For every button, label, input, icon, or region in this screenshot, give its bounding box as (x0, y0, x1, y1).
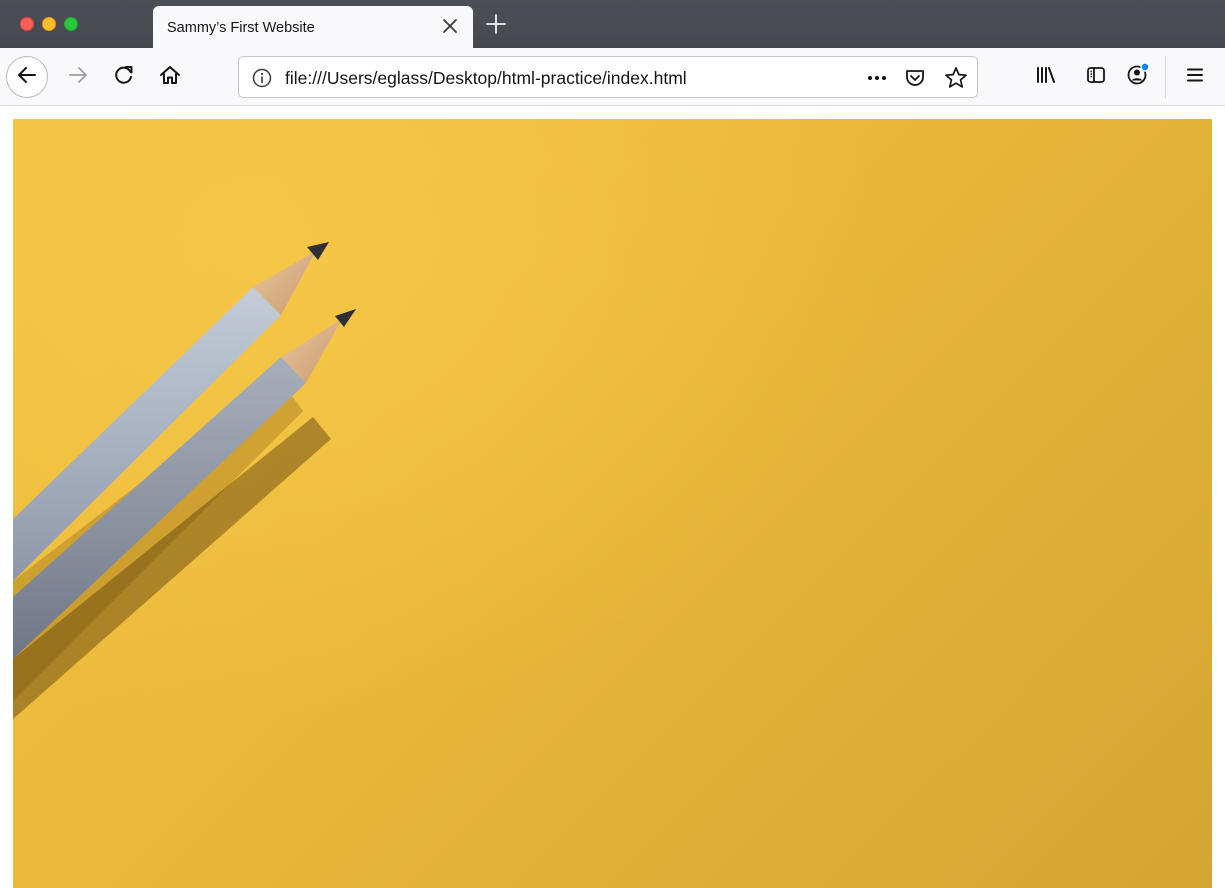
tab-active[interactable]: Sammy’s First Website (153, 6, 473, 48)
tab-strip: Sammy’s First Website (0, 0, 1225, 48)
window-minimize-button[interactable] (42, 17, 56, 31)
back-button[interactable] (6, 56, 48, 98)
toolbar-divider (1165, 56, 1166, 98)
pocket-icon[interactable] (903, 66, 927, 90)
reload-icon (112, 63, 136, 92)
window-close-button[interactable] (20, 17, 34, 31)
home-icon (158, 63, 182, 92)
hero-image (13, 119, 1212, 888)
account-button[interactable] (1122, 60, 1154, 92)
home-button[interactable] (154, 61, 186, 93)
ellipsis-icon[interactable] (865, 67, 889, 89)
window-zoom-button[interactable] (64, 17, 78, 31)
sidebar-button[interactable] (1080, 61, 1112, 93)
arrow-right-icon (66, 63, 90, 92)
navigation-toolbar: file:///Users/eglass/Desktop/html-practi… (0, 48, 1225, 106)
hamburger-menu-icon (1183, 63, 1207, 92)
url-text[interactable]: file:///Users/eglass/Desktop/html-practi… (285, 68, 687, 89)
account-icon (1124, 60, 1152, 93)
forward-button[interactable] (62, 61, 94, 93)
tab-title: Sammy’s First Website (167, 20, 315, 36)
library-button[interactable] (1030, 61, 1062, 93)
url-bar[interactable]: file:///Users/eglass/Desktop/html-practi… (238, 56, 978, 98)
sidebar-icon (1084, 63, 1108, 92)
window-controls (20, 17, 90, 31)
plus-icon[interactable] (484, 12, 508, 36)
library-icon (1034, 63, 1058, 92)
page-content (0, 107, 1225, 888)
reload-button[interactable] (108, 61, 140, 93)
app-menu-button[interactable] (1179, 61, 1211, 93)
close-icon[interactable] (439, 15, 461, 37)
arrow-left-icon (15, 63, 39, 92)
pencils-illustration (13, 242, 356, 719)
info-icon[interactable] (251, 67, 273, 89)
star-icon[interactable] (943, 65, 969, 91)
